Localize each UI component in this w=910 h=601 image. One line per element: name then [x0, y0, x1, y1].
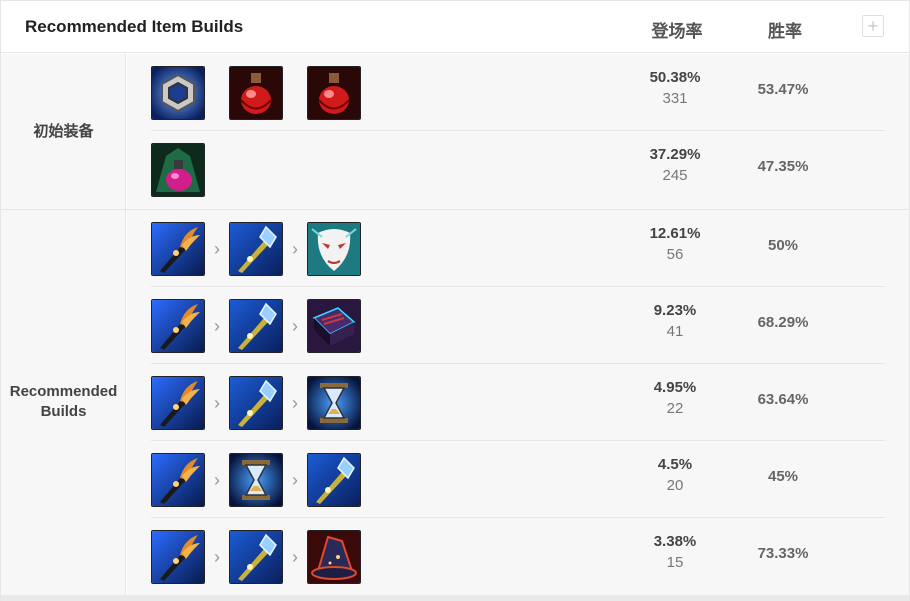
section-body: › › 12.61% 56 50% › › 9.23% 41 68.29% › › 4…: [127, 210, 909, 595]
crystal-scepter-item-icon[interactable]: [229, 222, 283, 276]
chevron-right-icon: ›: [292, 547, 298, 567]
pick-rate-cell: 9.23% 41: [635, 302, 715, 340]
panel-footer: [1, 595, 909, 601]
pick-rate-cell: 4.5% 20: [635, 456, 715, 494]
pick-rate-cell: 50.38% 331: [635, 69, 715, 107]
build-row[interactable]: › › 3.38% 15 73.33%: [151, 518, 885, 595]
crystal-scepter-item-icon[interactable]: [229, 530, 283, 584]
section-label-starting-items: 初始装备: [33, 123, 94, 140]
pick-rate-cell: 12.61% 56: [635, 225, 715, 263]
win-rate-value: 63.64%: [757, 391, 809, 408]
plus-icon: +: [867, 16, 879, 36]
section-label-column: 初始装备: [1, 54, 126, 209]
game-count-value: 22: [666, 400, 684, 417]
chevron-right-icon: ›: [214, 470, 220, 490]
claw-weapon-item-icon[interactable]: [151, 453, 205, 507]
pick-rate-value: 4.5%: [657, 456, 693, 473]
pick-rate-value: 9.23%: [653, 302, 697, 319]
game-count-value: 20: [666, 477, 684, 494]
claw-weapon-item-icon[interactable]: [151, 376, 205, 430]
health-potion-item-icon[interactable]: [307, 66, 361, 120]
pick-rate-value: 4.95%: [653, 379, 697, 396]
game-count-value: 245: [662, 167, 688, 184]
claw-weapon-item-icon[interactable]: [151, 530, 205, 584]
chevron-right-icon: ›: [292, 393, 298, 413]
win-rate-value: 73.33%: [757, 545, 809, 562]
crystal-scepter-item-icon[interactable]: [229, 376, 283, 430]
tome-item-icon[interactable]: [307, 299, 361, 353]
chevron-right-icon: ›: [292, 470, 298, 490]
game-count-value: 41: [666, 323, 684, 340]
crystal-scepter-item-icon[interactable]: [307, 453, 361, 507]
win-rate-value: 50%: [767, 237, 799, 254]
game-count-value: 331: [662, 90, 688, 107]
pick-rate-value: 3.38%: [653, 533, 697, 550]
section-label-recommended-builds: Recommended Builds: [9, 383, 118, 420]
win-rate-value: 47.35%: [757, 158, 809, 175]
pick-rate-cell: 4.95% 22: [635, 379, 715, 417]
build-row[interactable]: › › 4.5% 20 45%: [151, 441, 885, 518]
pick-rate-value: 37.29%: [649, 146, 701, 163]
pick-rate-column-header: 登场率: [651, 22, 703, 41]
add-button[interactable]: +: [862, 15, 884, 37]
starting-items-section: 初始装备 50.38% 331 53.47% 37.29% 245 47.35%: [1, 54, 909, 209]
build-row[interactable]: › › 12.61% 56 50%: [151, 210, 885, 287]
mask-item-icon[interactable]: [307, 222, 361, 276]
chevron-right-icon: ›: [214, 239, 220, 259]
panel-title: Recommended Item Builds: [25, 17, 244, 36]
chevron-right-icon: ›: [214, 393, 220, 413]
wizard-hat-item-icon[interactable]: [307, 530, 361, 584]
win-rate-column-header: 胜率: [768, 22, 802, 41]
win-rate-value: 68.29%: [757, 314, 809, 331]
corrupting-potion-item-icon[interactable]: [151, 143, 205, 197]
build-row[interactable]: 37.29% 245 47.35%: [151, 131, 885, 208]
chevron-right-icon: ›: [214, 316, 220, 336]
claw-weapon-item-icon[interactable]: [151, 299, 205, 353]
item-builds-panel: Recommended Item Builds 登场率 胜率 + 初始装备 50…: [0, 0, 910, 601]
ring-item-icon[interactable]: [151, 66, 205, 120]
pick-rate-cell: 3.38% 15: [635, 533, 715, 571]
win-rate-value: 53.47%: [757, 81, 809, 98]
game-count-value: 56: [666, 246, 684, 263]
health-potion-item-icon[interactable]: [229, 66, 283, 120]
hourglass-item-icon[interactable]: [307, 376, 361, 430]
game-count-value: 15: [666, 554, 684, 571]
win-rate-value: 45%: [767, 468, 799, 485]
build-row[interactable]: › › 4.95% 22 63.64%: [151, 364, 885, 441]
crystal-scepter-item-icon[interactable]: [229, 299, 283, 353]
chevron-right-icon: ›: [292, 316, 298, 336]
chevron-right-icon: ›: [292, 239, 298, 259]
pick-rate-cell: 37.29% 245: [635, 146, 715, 184]
section-body: 50.38% 331 53.47% 37.29% 245 47.35%: [127, 54, 909, 209]
build-row[interactable]: › › 9.23% 41 68.29%: [151, 287, 885, 364]
section-label-column: Recommended Builds: [1, 210, 126, 595]
claw-weapon-item-icon[interactable]: [151, 222, 205, 276]
recommended-builds-section: Recommended Builds › › 12.61% 56 50% › › 9…: [1, 209, 909, 595]
pick-rate-value: 50.38%: [649, 69, 701, 86]
hourglass-item-icon[interactable]: [229, 453, 283, 507]
table-header: Recommended Item Builds 登场率 胜率 +: [1, 1, 909, 53]
pick-rate-value: 12.61%: [649, 225, 701, 242]
build-row[interactable]: 50.38% 331 53.47%: [151, 54, 885, 131]
chevron-right-icon: ›: [214, 547, 220, 567]
